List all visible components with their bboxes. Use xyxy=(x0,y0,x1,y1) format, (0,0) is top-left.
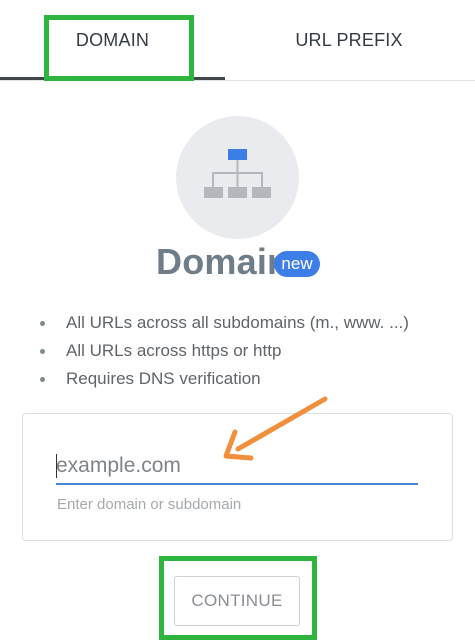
highlight-box-continue xyxy=(159,556,317,640)
feature-item: All URLs across https or http xyxy=(40,337,409,365)
feature-list: All URLs across all subdomains (m., www.… xyxy=(40,309,409,393)
tab-url-prefix[interactable]: URL PREFIX xyxy=(238,0,460,80)
bullet-icon xyxy=(40,377,45,382)
domain-input-hint: Enter domain or subdomain xyxy=(57,496,242,513)
bullet-icon xyxy=(40,349,45,354)
property-type-title: Domain xyxy=(156,241,290,282)
bullet-icon xyxy=(40,321,45,326)
text-caret xyxy=(56,454,57,478)
domain-input[interactable] xyxy=(56,449,418,485)
sitemap-icon xyxy=(204,149,271,198)
feature-item: All URLs across all subdomains (m., www.… xyxy=(40,309,409,337)
highlight-box-domain-tab xyxy=(44,15,194,81)
tab-url-prefix-label: URL PREFIX xyxy=(295,29,403,50)
new-badge: new xyxy=(274,251,320,277)
feature-item: Requires DNS verification xyxy=(40,365,409,393)
icon-badge xyxy=(176,116,299,239)
